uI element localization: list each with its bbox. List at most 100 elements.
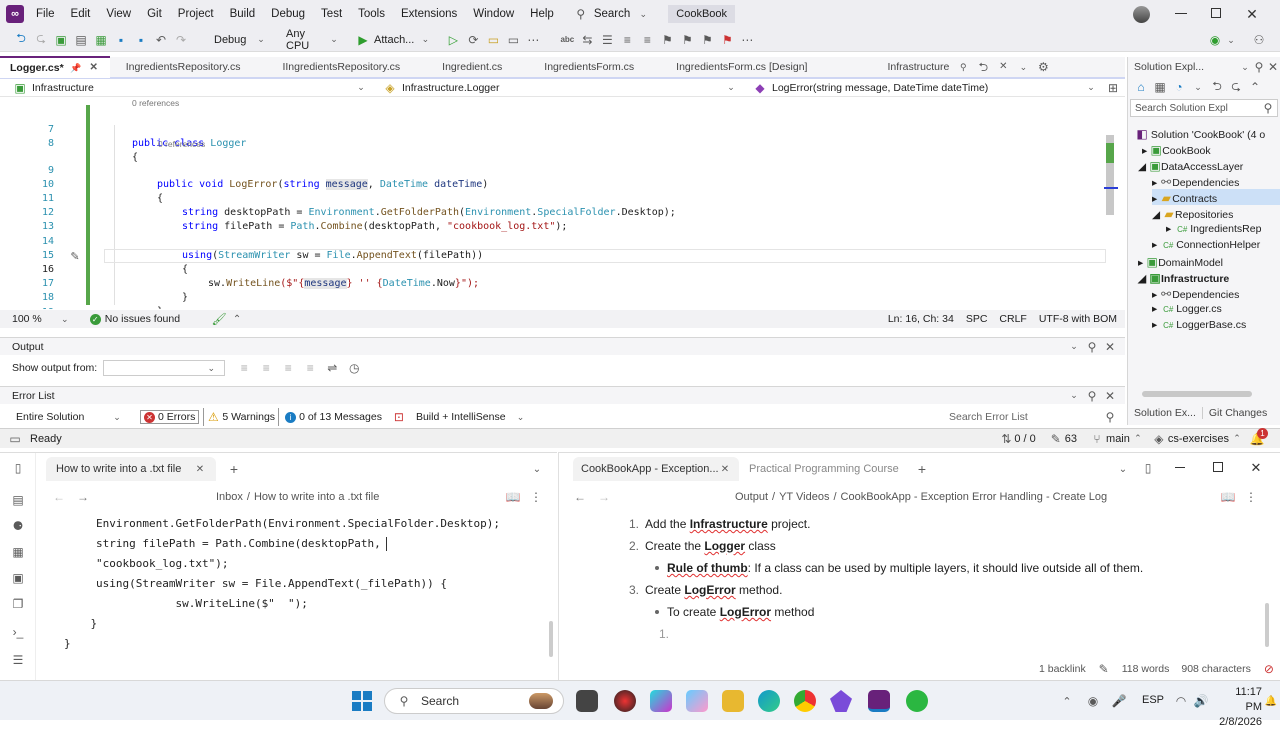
new-tab-icon[interactable]: + xyxy=(225,460,243,478)
wifi-icon[interactable]: ◠ xyxy=(1172,692,1190,710)
switch-views-icon[interactable]: ▦ xyxy=(1151,78,1169,96)
expand-icon[interactable]: ▸ xyxy=(1152,289,1157,301)
tab-git-changes[interactable]: Git Changes xyxy=(1201,407,1273,419)
note-tab-active[interactable]: CookBookApp - Exception... ✕ xyxy=(573,457,739,481)
scrollbar[interactable] xyxy=(549,621,553,657)
breadcrumb-note[interactable]: How to write into a .txt file xyxy=(254,491,379,503)
reading-view-icon[interactable]: 📖 xyxy=(1219,488,1237,506)
file-explorer-icon[interactable] xyxy=(576,690,598,712)
forward-icon[interactable]: → xyxy=(595,488,613,506)
menu-build[interactable]: Build xyxy=(222,0,264,28)
chevron-up-icon[interactable]: ⌃ xyxy=(1058,692,1076,710)
close-icon[interactable]: ✕ xyxy=(719,460,731,478)
redo-icon[interactable]: ↷ xyxy=(172,31,190,49)
chevron-down-icon[interactable]: ⌄ xyxy=(1065,338,1083,356)
sync-icon[interactable]: ◔ xyxy=(1170,78,1188,96)
note-tab[interactable]: Practical Programming Course xyxy=(745,457,903,481)
git-changes-indicator[interactable]: ⇅ 0 / 0 xyxy=(1001,430,1035,448)
menu-debug[interactable]: Debug xyxy=(263,0,313,28)
back-icon[interactable]: ⮌ xyxy=(977,58,989,76)
commits-indicator[interactable]: ✎ 63 xyxy=(1050,430,1077,448)
error-search-box[interactable]: Search Error List ⚲ xyxy=(949,408,1119,426)
tab-iingredients-repository[interactable]: IIngredientsRepository.cs xyxy=(272,56,410,78)
sidebar-toggle-icon[interactable]: ▯ xyxy=(1139,459,1157,477)
collapse-icon[interactable]: ⌃ xyxy=(1246,78,1264,96)
tab-list-icon[interactable]: ⌄ xyxy=(528,460,546,478)
output-source-dropdown[interactable]: ⌄ xyxy=(103,360,226,376)
paint-icon[interactable] xyxy=(686,690,708,712)
menu-edit[interactable]: Edit xyxy=(63,0,99,28)
new-tab-icon[interactable]: + xyxy=(913,460,931,478)
pin-icon[interactable]: ⚲ xyxy=(1083,338,1101,356)
new-project-icon[interactable]: ▣ xyxy=(52,31,70,49)
graph-icon[interactable]: ⚈ xyxy=(9,517,27,535)
save-all-icon[interactable]: ▪ xyxy=(132,31,150,49)
close-icon[interactable]: ✕ xyxy=(997,58,1009,76)
chevron-down-icon[interactable]: ⌄ xyxy=(1065,387,1083,405)
more-icon[interactable]: ⋯ xyxy=(738,31,756,49)
collapse-icon[interactable]: ◢ xyxy=(1152,209,1160,221)
note-tab[interactable]: How to write into a .txt file ✕ xyxy=(46,457,216,481)
split-editor-icon[interactable]: ⊞ xyxy=(1104,79,1122,97)
output-window-icon[interactable]: ▭ xyxy=(6,430,24,448)
zoom-dropdown[interactable]: 100 % ⌄ xyxy=(12,310,74,328)
tree-item-project[interactable]: ◢ ▣Infrastructure xyxy=(1138,269,1229,285)
browser-icon[interactable] xyxy=(614,690,636,712)
pencil-icon[interactable]: ✎ xyxy=(1098,660,1110,678)
solution-search-box[interactable]: Search Solution Expl ⚲ xyxy=(1130,99,1278,117)
outdent-icon[interactable]: ≡ xyxy=(638,31,656,49)
tree-item-project[interactable]: ▸ ▣DomainModel xyxy=(1138,253,1223,269)
microphone-icon[interactable]: 🎤 xyxy=(1110,692,1128,710)
config-dropdown[interactable]: Debug ⌄ xyxy=(210,31,274,49)
forward-icon[interactable]: ⮎ xyxy=(32,31,50,49)
horizontal-scrollbar[interactable] xyxy=(1142,391,1252,397)
menu-git[interactable]: Git xyxy=(139,0,170,28)
maximize-button[interactable] xyxy=(1211,8,1221,18)
taskbar-search[interactable]: ⚲ Search xyxy=(384,688,564,714)
tree-item-folder[interactable]: ▸ ▰Contracts xyxy=(1152,189,1280,205)
minimize-button[interactable] xyxy=(1175,6,1187,14)
more-options-icon[interactable]: ⋮ xyxy=(527,488,545,506)
back-icon[interactable]: ⮌ xyxy=(1208,78,1226,96)
visual-studio-icon[interactable] xyxy=(868,690,890,712)
bookmark-icon[interactable]: ⚑ xyxy=(658,31,676,49)
menu-project[interactable]: Project xyxy=(170,0,222,28)
pin-icon[interactable]: ⚲ xyxy=(957,58,969,76)
scrollbar[interactable] xyxy=(1265,603,1269,647)
brush-icon[interactable]: 🖌 xyxy=(210,310,228,328)
note-content[interactable]: 1. Add the Infrastructure project. 2. Cr… xyxy=(619,515,1259,645)
chevron-down-icon[interactable]: ⌄ xyxy=(1222,31,1240,49)
menu-file[interactable]: File xyxy=(28,0,63,28)
grid-icon[interactable]: ▦ xyxy=(9,543,27,561)
close-icon[interactable]: ✕ xyxy=(1266,58,1280,76)
minimize-button[interactable] xyxy=(1175,467,1185,468)
open-file-icon[interactable]: ▤ xyxy=(72,31,90,49)
menu-tools[interactable]: Tools xyxy=(350,0,393,28)
platform-dropdown[interactable]: Any CPU ⌄ xyxy=(282,28,346,52)
menu-test[interactable]: Test xyxy=(313,0,350,28)
clock-icon[interactable]: ◷ xyxy=(345,359,363,377)
back-icon[interactable]: ⮌ xyxy=(12,31,30,49)
forward-icon[interactable]: ⮎ xyxy=(1227,78,1245,96)
chevron-down-icon[interactable]: ⌄ xyxy=(1189,78,1207,96)
home-icon[interactable]: ⌂ xyxy=(1132,78,1150,96)
attach-button[interactable]: ▶ Attach... ⌄ xyxy=(354,31,434,49)
close-icon[interactable]: ✕ xyxy=(88,59,100,77)
pin-icon[interactable]: ⚲ xyxy=(1083,387,1101,405)
vs-search-box[interactable]: ⚲ Search ⌄ xyxy=(566,5,658,23)
tab-ingredients-repository[interactable]: IngredientsRepository.cs xyxy=(116,56,251,78)
prev-message-icon[interactable]: ≡ xyxy=(257,359,275,377)
live-share-icon[interactable]: ⚇ xyxy=(1250,31,1268,49)
notification-bell-icon[interactable]: 🔔 xyxy=(1262,692,1280,710)
notifications-button[interactable]: 🔔 1 xyxy=(1248,427,1268,448)
open-file-icon[interactable]: ▤ xyxy=(9,491,27,509)
backlinks-count[interactable]: 1 backlink xyxy=(1039,663,1086,675)
expand-icon[interactable]: ▸ xyxy=(1152,319,1157,331)
more-options-icon[interactable]: ⋮ xyxy=(1242,488,1260,506)
tab-infrastructure[interactable]: Infrastructure ⚲ ⮌ ✕ ⌄ ⚙ xyxy=(877,56,1059,78)
maximize-button[interactable] xyxy=(1213,462,1223,472)
calendar-icon[interactable]: ▣ xyxy=(9,569,27,587)
close-icon[interactable]: ✕ xyxy=(1243,5,1261,23)
toolbox-icon[interactable]: ▭ xyxy=(504,31,522,49)
tab-list-icon[interactable]: ⌄ xyxy=(1114,460,1132,478)
